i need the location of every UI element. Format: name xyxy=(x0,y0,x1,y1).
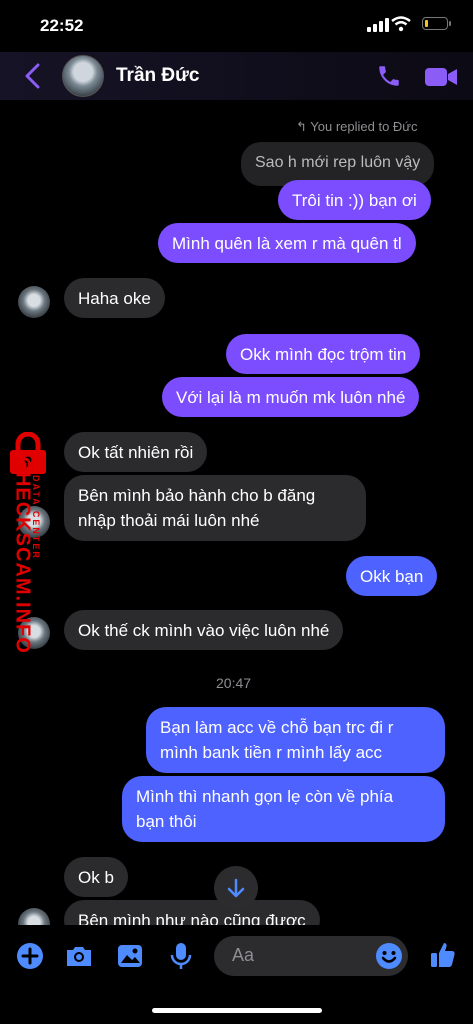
phone-call-icon[interactable] xyxy=(376,63,402,89)
time-separator: 20:47 xyxy=(216,675,252,691)
incoming-message[interactable]: Haha oke xyxy=(64,278,165,318)
home-indicator xyxy=(152,1008,322,1013)
outgoing-message[interactable]: Với lại là m muốn mk luôn nhé xyxy=(162,377,420,417)
gallery-icon[interactable] xyxy=(115,941,145,971)
watermark-text: CHECKSCAM.INFO xyxy=(11,456,34,654)
signal-icon xyxy=(367,18,389,32)
status-bar: 22:52 xyxy=(0,0,473,52)
chat-header: Trần Đức xyxy=(0,52,473,100)
microphone-icon[interactable] xyxy=(166,941,196,971)
battery-icon xyxy=(422,17,451,30)
outgoing-message[interactable]: Okk mình đọc trộm tin xyxy=(226,334,421,374)
incoming-message[interactable]: Ok thế ck mình vào việc luôn nhé xyxy=(64,610,344,650)
emoji-icon[interactable] xyxy=(374,941,404,971)
video-call-icon[interactable] xyxy=(424,66,458,88)
contact-avatar[interactable] xyxy=(62,55,104,97)
camera-icon[interactable] xyxy=(64,941,94,971)
plus-icon[interactable] xyxy=(15,941,45,971)
replied-label: ↰ You replied to Đức xyxy=(296,119,418,135)
incoming-message[interactable]: Ok tất nhiên rồi xyxy=(64,432,208,472)
scroll-to-bottom-button[interactable] xyxy=(214,866,258,910)
replied-label-text: You replied to Đức xyxy=(310,119,418,134)
outgoing-message[interactable]: Mình thì nhanh gọn lẹ còn về phía bạn th… xyxy=(122,776,445,842)
clock: 22:52 xyxy=(40,16,84,35)
thumbs-up-icon[interactable] xyxy=(428,940,458,970)
message-input-placeholder: Aa xyxy=(232,945,255,965)
reply-arrow-icon: ↰ xyxy=(296,119,311,134)
outgoing-message[interactable]: Bạn làm acc về chỗ bạn trc đi r mình ban… xyxy=(146,707,445,773)
contact-name[interactable]: Trần Đức xyxy=(116,65,199,87)
outgoing-message[interactable]: Okk bạn xyxy=(346,556,438,596)
incoming-message[interactable]: Ok b xyxy=(64,857,128,897)
wifi-icon xyxy=(391,16,411,32)
sender-avatar[interactable] xyxy=(18,286,50,318)
incoming-message[interactable]: Bên mình bảo hành cho b đăng nhập thoải … xyxy=(64,475,366,541)
arrow-down-icon xyxy=(227,878,245,898)
back-chevron-icon[interactable] xyxy=(22,63,44,89)
outgoing-message[interactable]: Trôi tin :)) bạn ơi xyxy=(278,180,431,220)
outgoing-message[interactable]: Mình quên là xem r mà quên tl xyxy=(158,223,416,263)
